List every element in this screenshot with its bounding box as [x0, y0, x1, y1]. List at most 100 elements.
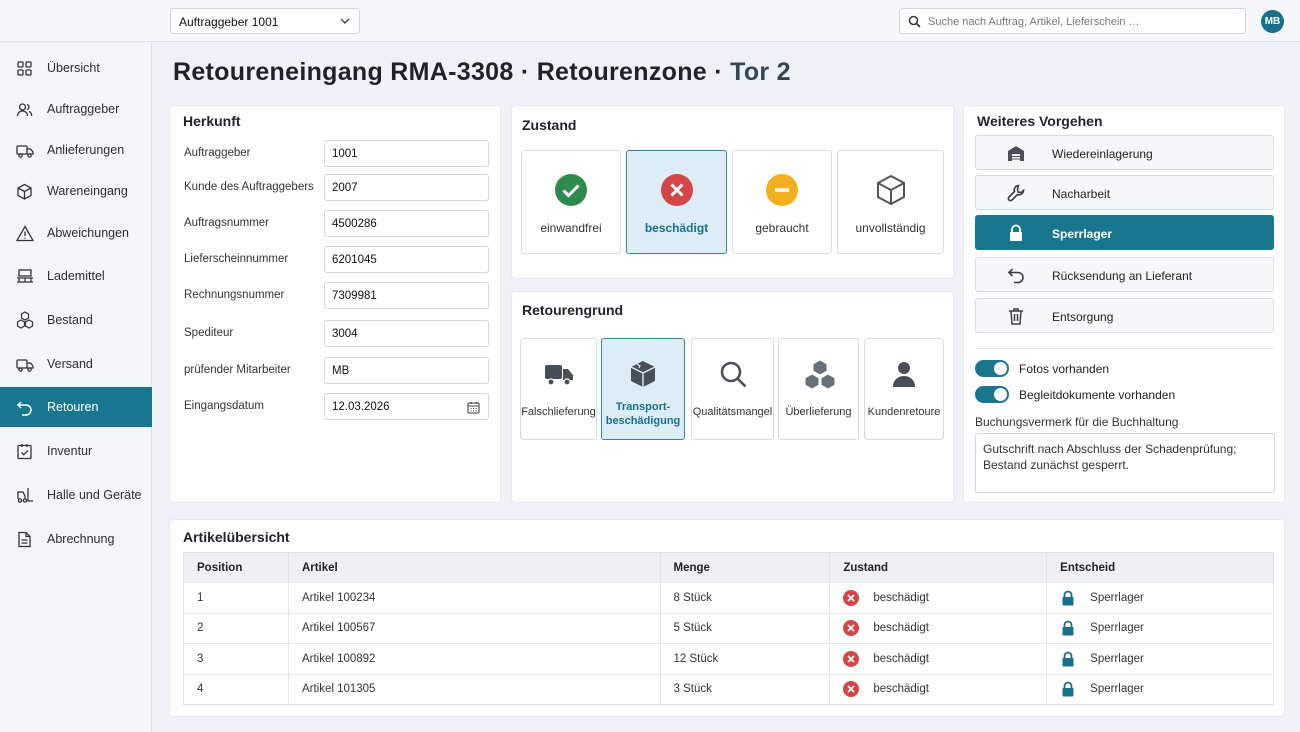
check-circle-icon — [555, 174, 587, 206]
table-row[interactable]: 1 Artikel 100234 8 Stück beschädigt Sper… — [183, 582, 1274, 613]
zustand-option-label: unvollständig — [855, 221, 926, 235]
eingangsdatum-field[interactable]: 12.03.2026 — [324, 393, 489, 420]
action-ruecksendung[interactable]: Rücksendung an Lieferant — [975, 257, 1274, 292]
sidebar-item-bestand[interactable]: Bestand — [0, 300, 152, 340]
artikel-table: Position Artikel Menge Zustand Entscheid… — [183, 552, 1274, 705]
document-icon — [18, 531, 31, 547]
table-row[interactable]: 3 Artikel 100892 12 Stück beschädigt Spe… — [183, 643, 1274, 674]
warning-icon — [16, 224, 34, 241]
grund-option-label: Überlieferung — [785, 406, 852, 418]
sidebar-item-retouren[interactable]: Retouren — [0, 387, 152, 427]
sidebar-item-auftraggeber[interactable]: Auftraggeber — [0, 89, 152, 129]
zustand-option-gebraucht[interactable]: gebraucht — [732, 150, 832, 254]
dokumente-toggle[interactable] — [975, 386, 1009, 403]
auftragsnummer-field[interactable]: 4500286 — [324, 210, 489, 237]
grund-option-transportbeschaedigung[interactable]: Transport- beschädigung — [601, 338, 685, 440]
entscheid-text: Sperrlager — [1090, 683, 1144, 696]
column-header[interactable]: Entscheid — [1046, 552, 1274, 583]
sidebar-item-versand[interactable]: Versand — [0, 344, 152, 384]
action-sperrlager[interactable]: Sperrlager — [975, 215, 1274, 250]
zustand-option-label: beschädigt — [644, 221, 709, 235]
client-select[interactable]: Auftraggeber 1001 — [170, 8, 360, 34]
shipping-icon — [16, 358, 34, 372]
action-wiedereinlagerung[interactable]: Wiedereinlagerung — [975, 135, 1274, 170]
zustand-option-einwandfrei[interactable]: einwandfrei — [521, 150, 621, 254]
avatar[interactable]: MB — [1261, 10, 1284, 33]
entscheid-cell: Sperrlager — [1046, 643, 1274, 674]
sidebar: Übersicht Auftraggeber Anlieferungen War… — [0, 43, 152, 732]
action-label: Sperrlager — [1052, 227, 1113, 241]
zustand-text: beschädigt — [873, 591, 929, 604]
spediteur-field[interactable]: 3004 — [324, 320, 489, 347]
sidebar-item-anlieferungen[interactable]: Anlieferungen — [0, 130, 152, 170]
divider — [975, 348, 1274, 349]
sidebar-item-wareneingang[interactable]: Wareneingang — [0, 171, 152, 211]
sidebar-item-halle-und-geraete[interactable]: Halle und Geräte — [0, 475, 152, 515]
buchungsvermerk-textarea[interactable]: Gutschrift nach Abschluss der Schadenprü… — [975, 433, 1275, 493]
calendar-icon[interactable] — [467, 401, 480, 414]
column-header[interactable]: Zustand — [829, 552, 1048, 583]
sidebar-item-label: Retouren — [47, 400, 99, 414]
grund-option-label: Kundenretoure — [867, 406, 941, 418]
sidebar-item-uebersicht[interactable]: Übersicht — [0, 48, 152, 88]
truck-icon — [544, 365, 573, 386]
retourengrund-heading: Retourengrund — [522, 302, 624, 318]
boxes-icon — [804, 359, 835, 390]
x-circle-icon — [843, 681, 860, 698]
sidebar-item-label: Bestand — [47, 313, 93, 327]
field-label: Lieferscheinnummer — [184, 253, 289, 265]
search-input[interactable] — [928, 13, 1238, 30]
vorgehen-heading: Weiteres Vorgehen — [977, 113, 1103, 129]
field-label: Auftragsnummer — [184, 217, 270, 229]
sidebar-item-abrechnung[interactable]: Abrechnung — [0, 519, 152, 559]
column-header[interactable]: Menge — [660, 552, 831, 583]
grund-option-kundenretoure[interactable]: Kundenretoure — [864, 338, 944, 440]
grund-option-ueberlieferung[interactable]: Überlieferung — [778, 338, 859, 440]
action-entsorgung[interactable]: Entsorgung — [975, 298, 1274, 333]
artikel-cell: Artikel 100892 — [288, 643, 661, 674]
warehouse-icon — [1008, 146, 1024, 161]
field-label: Auftraggeber — [184, 147, 251, 159]
zustand-cell: beschädigt — [829, 673, 1048, 705]
artikel-cell: Artikel 100567 — [288, 612, 661, 644]
zustand-heading: Zustand — [522, 117, 577, 133]
menge-cell: 5 Stück — [660, 612, 831, 644]
search-icon — [908, 15, 921, 28]
fotos-toggle[interactable] — [975, 360, 1009, 377]
grid-icon — [17, 60, 32, 76]
sidebar-item-lademittel[interactable]: Lademittel — [0, 256, 152, 296]
users-icon — [16, 102, 33, 116]
grund-option-falschlieferung[interactable]: Falschlieferung — [520, 338, 597, 440]
grund-option-label: Falschlieferung — [521, 406, 596, 418]
minus-circle-icon — [766, 174, 798, 206]
rechnungsnummer-field[interactable]: 7309981 — [324, 282, 489, 309]
sidebar-item-inventur[interactable]: Inventur — [0, 431, 152, 471]
artikel-cell: Artikel 101305 — [288, 673, 661, 705]
table-row[interactable]: 4 Artikel 101305 3 Stück beschädigt Sper… — [183, 673, 1274, 705]
sidebar-item-label: Versand — [47, 357, 93, 371]
position-cell: 4 — [183, 673, 289, 705]
kunde-field[interactable]: 2007 — [324, 174, 489, 201]
action-label: Wiedereinlagerung — [1052, 147, 1153, 161]
zustand-cell: beschädigt — [829, 643, 1048, 674]
lock-icon — [1062, 590, 1074, 606]
table-row[interactable]: 2 Artikel 100567 5 Stück beschädigt Sper… — [183, 612, 1274, 644]
sidebar-item-abweichungen[interactable]: Abweichungen — [0, 213, 152, 253]
zustand-option-beschaedigt[interactable]: beschädigt — [626, 150, 727, 254]
return-arrow-icon — [1007, 268, 1024, 284]
trash-icon — [1009, 308, 1023, 325]
column-header[interactable]: Position — [183, 552, 289, 583]
zustand-option-label: gebraucht — [755, 221, 809, 235]
zustand-option-unvollstaendig[interactable]: unvollständig — [837, 150, 944, 254]
entscheid-cell: Sperrlager — [1046, 582, 1274, 613]
sidebar-item-label: Übersicht — [47, 61, 100, 75]
grund-option-qualitaetsmangel[interactable]: Qualitätsmangel — [691, 338, 774, 440]
eingangsdatum-value: 12.03.2026 — [332, 401, 390, 413]
auftraggeber-field[interactable]: 1001 — [324, 140, 489, 167]
lieferscheinnummer-field[interactable]: 6201045 — [324, 246, 489, 273]
action-nacharbeit[interactable]: Nacharbeit — [975, 175, 1274, 210]
mitarbeiter-field[interactable]: MB — [324, 357, 489, 384]
x-circle-icon — [843, 589, 860, 606]
search-box[interactable] — [899, 8, 1246, 34]
column-header[interactable]: Artikel — [288, 552, 661, 583]
